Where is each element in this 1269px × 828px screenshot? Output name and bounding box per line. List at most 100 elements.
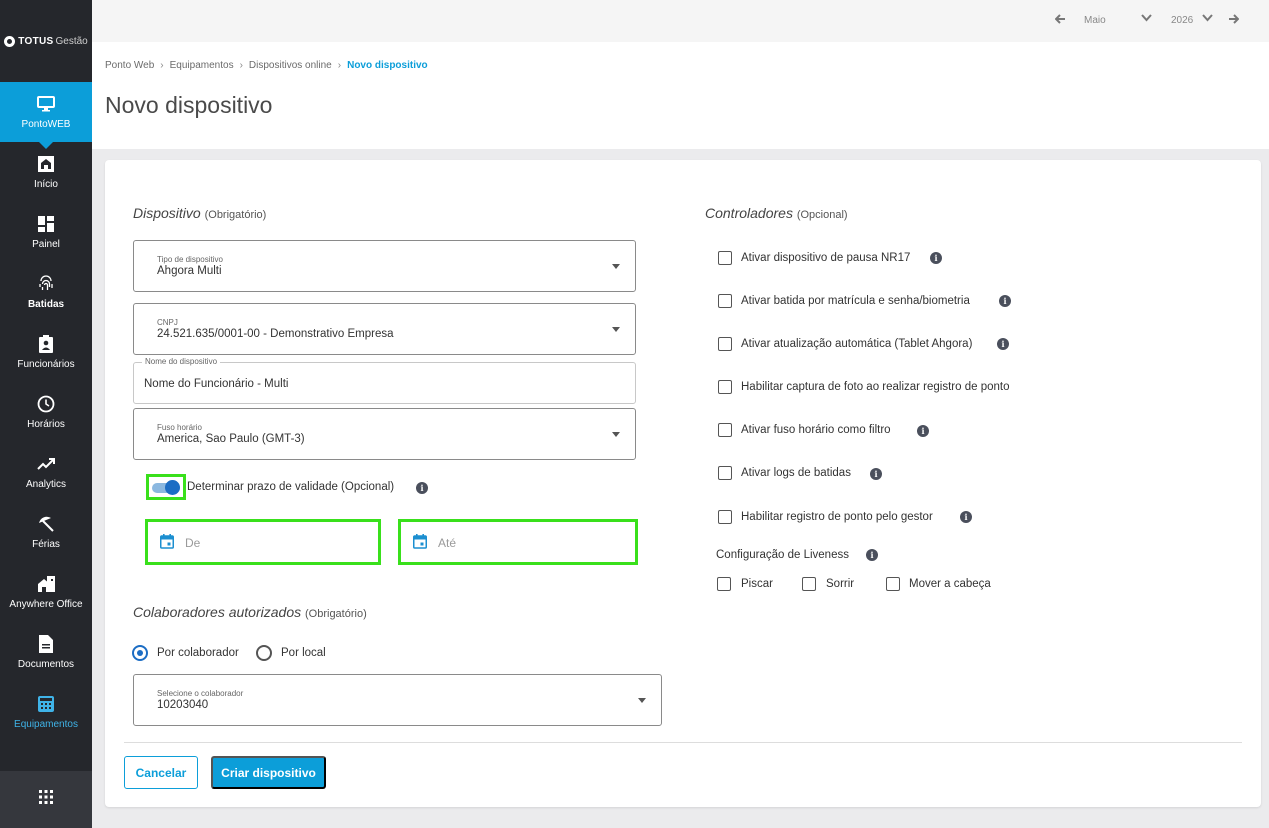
sidebar-item-label: Equipamentos bbox=[14, 719, 78, 730]
sidebar-item-inicio[interactable]: Início bbox=[0, 142, 92, 202]
date-placeholder: Até bbox=[438, 536, 457, 550]
sidebar-item-analytics[interactable]: Analytics bbox=[0, 442, 92, 502]
fingerprint-icon bbox=[36, 274, 56, 294]
trending-icon bbox=[36, 454, 56, 474]
fuso-horario-select[interactable]: Fuso horário America, Sao Paulo (GMT-3) bbox=[133, 408, 636, 460]
validade-toggle[interactable] bbox=[146, 474, 186, 500]
field-value: 10203040 bbox=[157, 699, 209, 711]
top-bar: Maio 2026 bbox=[92, 0, 1269, 42]
nome-dispositivo-input[interactable]: Nome do dispositivo Nome do Funcionário … bbox=[133, 357, 636, 404]
apps-menu-button[interactable] bbox=[0, 771, 92, 828]
sidebar-item-label: Funcionários bbox=[17, 359, 75, 370]
checkbox-logs-batidas[interactable] bbox=[718, 466, 732, 480]
info-icon[interactable]: i bbox=[416, 482, 428, 494]
checkbox-sorrir[interactable] bbox=[802, 577, 816, 591]
field-value: Nome do Funcionário - Multi bbox=[144, 378, 289, 390]
document-icon bbox=[36, 634, 56, 654]
info-icon[interactable]: i bbox=[930, 252, 942, 264]
checkbox-label: Ativar dispositivo de pausa NR17 bbox=[741, 252, 911, 264]
sidebar-item-horarios[interactable]: Horários bbox=[0, 382, 92, 442]
breadcrumb-item[interactable]: Dispositivos online bbox=[249, 60, 332, 71]
sidebar-item-ferias[interactable]: Férias bbox=[0, 502, 92, 562]
divider bbox=[124, 742, 1242, 743]
sidebar-item-painel[interactable]: Painel bbox=[0, 202, 92, 262]
section-title-text: Dispositivo bbox=[133, 205, 201, 221]
controladores-section-title: Controladores (Opcional) bbox=[705, 205, 848, 221]
toggle-knob bbox=[165, 480, 180, 495]
radio-por-colaborador[interactable] bbox=[132, 645, 148, 661]
sidebar-item-pontoweb[interactable]: PontoWEB bbox=[0, 82, 92, 149]
breadcrumb: Ponto Web › Equipamentos › Dispositivos … bbox=[105, 60, 428, 71]
sidebar-item-batidas[interactable]: Batidas bbox=[0, 262, 92, 322]
chevron-down-icon[interactable] bbox=[1202, 14, 1213, 25]
sidebar-item-label: Batidas bbox=[27, 299, 65, 310]
arrow-right-icon[interactable] bbox=[1228, 14, 1240, 27]
sidebar-item-label: Horários bbox=[27, 419, 65, 430]
section-tag: (Opcional) bbox=[796, 209, 848, 221]
page-header: Ponto Web › Equipamentos › Dispositivos … bbox=[92, 42, 1269, 149]
radio-por-local[interactable] bbox=[256, 645, 272, 661]
logo-sub: Gestão bbox=[55, 35, 88, 47]
sidebar-item-label: Férias bbox=[32, 539, 60, 550]
date-placeholder: De bbox=[185, 536, 201, 550]
tipo-dispositivo-select[interactable]: Tipo de dispositivo Ahgora Multi bbox=[133, 240, 636, 292]
create-device-button[interactable]: Criar dispositivo bbox=[211, 756, 326, 789]
sidebar-item-label: Analytics bbox=[25, 479, 66, 490]
month-select[interactable]: Maio bbox=[1084, 15, 1106, 26]
info-icon[interactable]: i bbox=[960, 511, 972, 523]
sidebar-item-equipamentos[interactable]: Equipamentos bbox=[0, 682, 92, 742]
info-icon[interactable]: i bbox=[917, 425, 929, 437]
sidebar-item-label: PontoWEB bbox=[21, 119, 71, 130]
section-title-text: Controladores bbox=[705, 205, 793, 221]
sidebar-item-label: Anywhere Office bbox=[9, 599, 83, 610]
cnpj-select[interactable]: CNPJ 24.521.635/0001-00 - Demonstrativo … bbox=[133, 303, 636, 355]
date-from-input[interactable]: De bbox=[145, 519, 381, 565]
validade-label: Determinar prazo de validade (Opcional) bbox=[187, 481, 395, 493]
breadcrumb-separator: › bbox=[337, 60, 342, 71]
checkbox-label: Piscar bbox=[741, 578, 773, 590]
checkbox-atualizacao-automatica[interactable] bbox=[718, 337, 732, 351]
sidebar-item-funcionarios[interactable]: Funcionários bbox=[0, 322, 92, 382]
apps-grid-icon bbox=[39, 790, 53, 809]
checkbox-matricula-senha[interactable] bbox=[718, 294, 732, 308]
calculator-icon bbox=[36, 694, 56, 714]
checkbox-registro-gestor[interactable] bbox=[718, 510, 732, 524]
checkbox-captura-foto[interactable] bbox=[718, 380, 732, 394]
sidebar: TOTUS Gestão PontoWEB Início Painel Bati… bbox=[0, 0, 92, 828]
field-value: Ahgora Multi bbox=[157, 265, 222, 277]
dropdown-arrow-icon bbox=[612, 264, 620, 269]
clock-icon bbox=[36, 394, 56, 414]
breadcrumb-item[interactable]: Ponto Web bbox=[105, 60, 154, 71]
year-select[interactable]: 2026 bbox=[1171, 15, 1193, 26]
breadcrumb-item[interactable]: Equipamentos bbox=[170, 60, 234, 71]
sidebar-item-documentos[interactable]: Documentos bbox=[0, 622, 92, 682]
cancel-button[interactable]: Cancelar bbox=[124, 756, 198, 789]
info-icon[interactable]: i bbox=[870, 468, 882, 480]
field-label: Nome do dispositivo bbox=[142, 357, 221, 366]
section-tag: (Obrigatório) bbox=[204, 209, 267, 221]
checkbox-label: Habilitar captura de foto ao realizar re… bbox=[741, 381, 1010, 393]
field-value: America, Sao Paulo (GMT-3) bbox=[157, 433, 305, 445]
dashboard-icon bbox=[36, 214, 56, 234]
checkbox-label: Mover a cabeça bbox=[909, 578, 991, 590]
section-title-text: Colaboradores autorizados bbox=[133, 604, 302, 620]
colaborador-select[interactable]: Selecione o colaborador 10203040 bbox=[133, 674, 662, 726]
checkbox-fuso-filtro[interactable] bbox=[718, 423, 732, 437]
sidebar-item-anywhere-office[interactable]: Anywhere Office bbox=[0, 562, 92, 622]
radio-label: Por colaborador bbox=[157, 647, 239, 659]
breadcrumb-separator: › bbox=[239, 60, 243, 71]
field-label: Selecione o colaborador bbox=[157, 689, 244, 698]
monitor-icon bbox=[36, 94, 56, 114]
info-icon[interactable]: i bbox=[999, 295, 1011, 307]
calendar-icon bbox=[160, 534, 174, 554]
breadcrumb-separator: › bbox=[160, 60, 164, 71]
arrow-left-icon[interactable] bbox=[1054, 14, 1066, 27]
chevron-down-icon[interactable] bbox=[1141, 14, 1152, 25]
date-to-input[interactable]: Até bbox=[398, 519, 638, 565]
info-icon[interactable]: i bbox=[866, 549, 878, 561]
checkbox-piscar[interactable] bbox=[717, 577, 731, 591]
home-icon bbox=[36, 154, 56, 174]
checkbox-pausa-nr17[interactable] bbox=[718, 251, 732, 265]
checkbox-mover-cabeca[interactable] bbox=[886, 577, 900, 591]
info-icon[interactable]: i bbox=[997, 338, 1009, 350]
